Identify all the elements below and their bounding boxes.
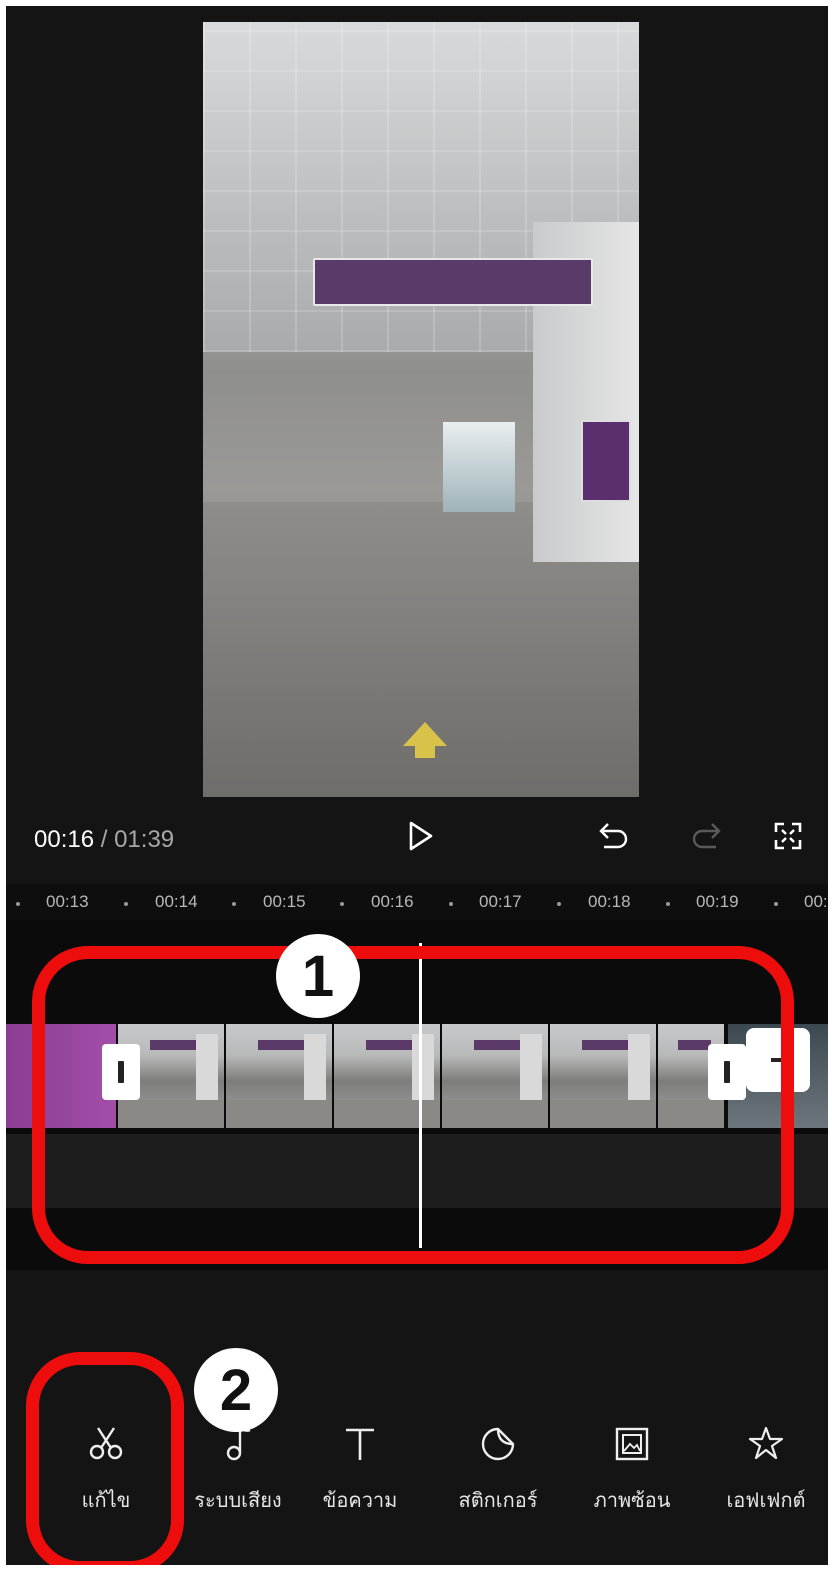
tool-label: ข้อความ bbox=[322, 1490, 398, 1512]
tool-label: ระบบเสียง bbox=[194, 1490, 282, 1512]
playback-time: 00:16 / 01:39 bbox=[34, 826, 174, 854]
preview-sign bbox=[313, 258, 593, 306]
step-badge-2: 2 bbox=[194, 1348, 278, 1432]
current-time: 00:16 bbox=[34, 826, 95, 853]
ruler-dot bbox=[232, 902, 236, 906]
ruler-tick: 00:18 bbox=[588, 892, 631, 911]
tool-label: สติกเกอร์ bbox=[458, 1490, 538, 1512]
ruler-dot bbox=[124, 902, 128, 906]
redo-button[interactable] bbox=[684, 814, 728, 858]
ruler-tick: 00:15 bbox=[263, 892, 306, 911]
timeline-ruler[interactable]: 00:13 00:14 00:15 00:16 00:17 00:18 00:1… bbox=[6, 884, 828, 920]
preview-board bbox=[581, 420, 631, 502]
undo-icon bbox=[599, 823, 628, 849]
play-button[interactable] bbox=[398, 814, 442, 858]
tool-overlay[interactable]: ภาพซ้อน bbox=[572, 1416, 692, 1526]
total-time: 01:39 bbox=[114, 826, 175, 853]
tool-effects[interactable]: เอฟเฟกต์ bbox=[706, 1416, 826, 1526]
sticker-icon bbox=[478, 1424, 518, 1464]
tool-text[interactable]: ข้อความ bbox=[300, 1416, 420, 1526]
overlay-icon bbox=[612, 1424, 652, 1464]
highlight-box-timeline bbox=[32, 946, 794, 1264]
effects-star-icon bbox=[746, 1424, 786, 1464]
fullscreen-button[interactable] bbox=[766, 814, 810, 858]
ruler-dot bbox=[774, 902, 778, 906]
ruler-tick: 00:16 bbox=[371, 892, 414, 911]
play-icon bbox=[409, 821, 433, 851]
ruler-tick: 00: bbox=[804, 892, 828, 911]
redo-icon bbox=[692, 823, 721, 849]
ruler-tick: 00:17 bbox=[479, 892, 522, 911]
tool-label: ภาพซ้อน bbox=[593, 1490, 671, 1512]
ruler-dot bbox=[449, 902, 453, 906]
preview-floor-arrow-stem bbox=[415, 744, 435, 758]
editor-screen: 00:16 / 01:39 00:13 00:14 00:15 00:16 00… bbox=[6, 6, 828, 1565]
video-preview[interactable] bbox=[203, 22, 639, 797]
text-icon bbox=[340, 1424, 380, 1464]
undo-button[interactable] bbox=[592, 814, 636, 858]
tool-sticker[interactable]: สติกเกอร์ bbox=[438, 1416, 558, 1526]
ruler-tick: 00:13 bbox=[46, 892, 89, 911]
preview-booth bbox=[443, 422, 515, 512]
preview-floor-arrow bbox=[403, 722, 447, 746]
ruler-dot bbox=[666, 902, 670, 906]
step-badge-1: 1 bbox=[276, 934, 360, 1018]
ruler-tick: 00:19 bbox=[696, 892, 739, 911]
ruler-dot bbox=[557, 902, 561, 906]
fullscreen-icon bbox=[774, 822, 802, 850]
ruler-dot bbox=[16, 902, 20, 906]
tool-audio[interactable]: ระบบเสียง bbox=[178, 1416, 298, 1526]
ruler-dot bbox=[340, 902, 344, 906]
highlight-box-edit-tool bbox=[26, 1352, 184, 1565]
ruler-tick: 00:14 bbox=[155, 892, 198, 911]
tool-label: เอฟเฟกต์ bbox=[726, 1490, 806, 1512]
time-separator: / bbox=[94, 826, 115, 853]
